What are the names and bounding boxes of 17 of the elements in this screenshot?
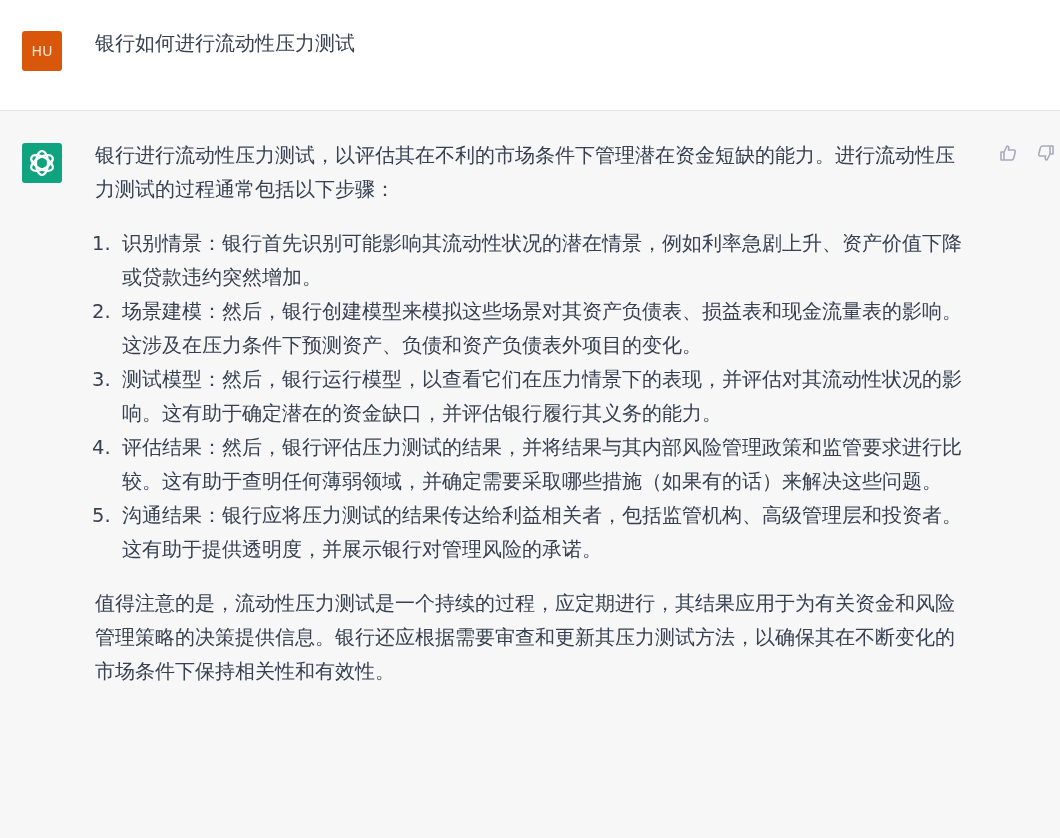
- answer-paragraph: 银行进行流动性压力测试，以评估其在不利的市场条件下管理潜在资金短缺的能力。进行流动性压力测试的过程通常包括以下步骤：: [95, 143, 956, 203]
- question-text: 银行如何进行流动性压力测试: [95, 31, 356, 57]
- list-number: 4.: [92, 435, 112, 461]
- list-number: 2.: [92, 299, 112, 325]
- assistant-logo-icon: [22, 143, 62, 183]
- list-number: 5.: [92, 503, 112, 529]
- list-item-text: 测试模型：然后，银行运行模型，以查看它们在压力情景下的表现，并评估对其流动性状况的影响。这有助于确定潜在的资金缺口，并评估银行履行其义务的能力。: [122, 367, 963, 427]
- thumbs-down-icon[interactable]: [1036, 143, 1056, 163]
- list-item-text: 评估结果：然后，银行评估压力测试的结果，并将结果与其内部风险管理政策和监管要求进行比较。这有助于查明任何薄弱领域，并确定需要采取哪些措施（如果有的话）来解决这些问题。: [122, 435, 963, 495]
- user-avatar: HU: [22, 31, 62, 71]
- list-item-text: 识别情景：银行首先识别可能影响其流动性状况的潜在情景，例如利率急剧上升、资产价值下降或贷款违约突然增加。: [122, 231, 963, 291]
- answer-paragraph: 值得注意的是，流动性压力测试是一个持续的过程，应定期进行，其结果应用于为有关资金和风险管理策略的决策提供信息。银行还应根据需要审查和更新其压力测试方法，以确保其在不断变化的市场条件下保持相关性和有效性。: [95, 591, 956, 685]
- list-number: 1.: [92, 231, 112, 257]
- list-item-text: 沟通结果：银行应将压力测试的结果传达给利益相关者，包括监管机构、高级管理层和投资者。这有助于提供透明度，并展示银行对管理风险的承诺。: [122, 503, 963, 563]
- list-item-text: 场景建模：然后，银行创建模型来模拟这些场景对其资产负债表、损益表和现金流量表的影响。这涉及在压力条件下预测资产、负债和资产负债表外项目的变化。: [122, 299, 963, 359]
- thumbs-up-icon[interactable]: [998, 143, 1018, 163]
- list-number: 3.: [92, 367, 112, 393]
